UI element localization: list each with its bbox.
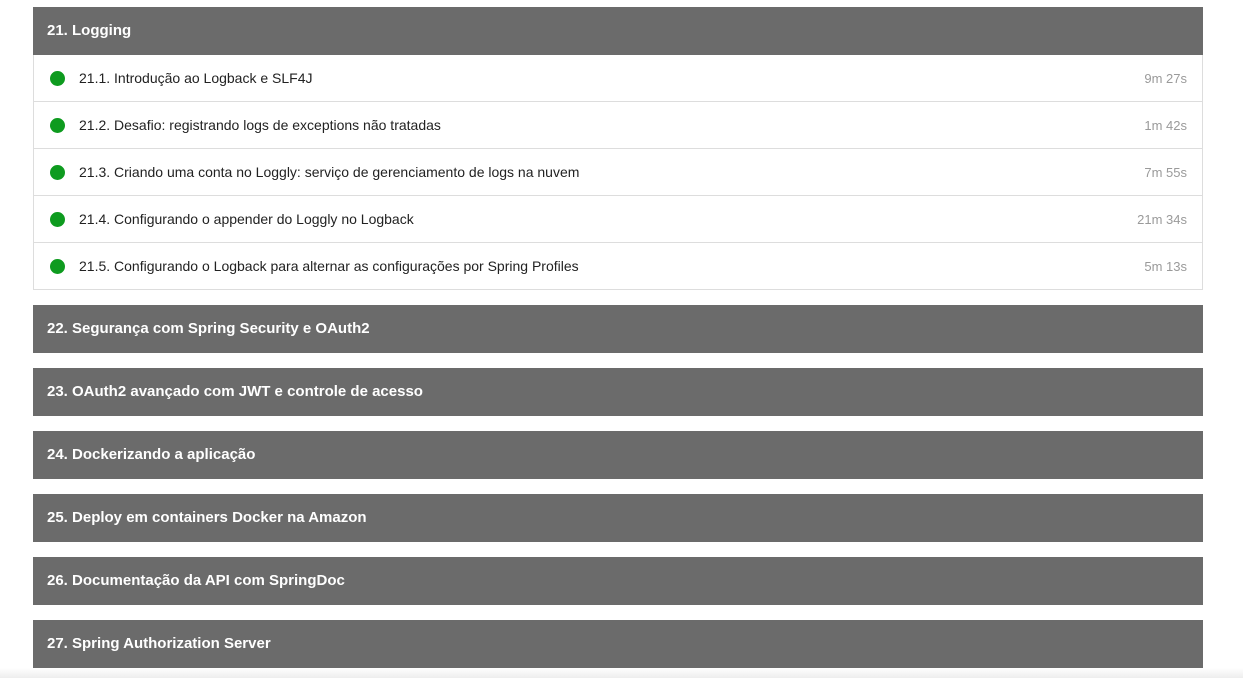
module-header[interactable]: 25. Deploy em containers Docker na Amazo… [33,494,1203,542]
module-header[interactable]: 24. Dockerizando a aplicação [33,431,1203,479]
module-header[interactable]: 26. Documentação da API com SpringDoc [33,557,1203,605]
lesson-title: 21.3. Criando uma conta no Loggly: servi… [79,164,580,180]
scroll-fade [0,668,1243,678]
lesson-item[interactable]: 21.5. Configurando o Logback para altern… [34,243,1202,290]
module-header[interactable]: 22. Segurança com Spring Security e OAut… [33,305,1203,353]
module-22: 22. Segurança com Spring Security e OAut… [33,305,1203,353]
module-25: 25. Deploy em containers Docker na Amazo… [33,494,1203,542]
completed-dot-icon [50,211,65,227]
lesson-item[interactable]: 21.3. Criando uma conta no Loggly: servi… [34,149,1202,196]
lesson-title: 21.1. Introdução ao Logback e SLF4J [79,70,313,86]
lesson-title: 21.5. Configurando o Logback para altern… [79,258,579,274]
module-21: 21. Logging 21.1. Introdução ao Logback … [33,7,1203,290]
module-24: 24. Dockerizando a aplicação [33,431,1203,479]
completed-dot-icon [50,70,65,86]
module-27: 27. Spring Authorization Server [33,620,1203,668]
lesson-duration: 1m 42s [1144,117,1187,133]
lesson-item[interactable]: 21.4. Configurando o appender do Loggly … [34,196,1202,243]
course-module-list: 21. Logging 21.1. Introdução ao Logback … [33,7,1203,668]
lesson-item[interactable]: 21.1. Introdução ao Logback e SLF4J 9m 2… [34,55,1202,102]
lesson-duration: 21m 34s [1137,211,1187,227]
module-26: 26. Documentação da API com SpringDoc [33,557,1203,605]
lesson-title: 21.4. Configurando o appender do Loggly … [79,211,414,227]
lesson-duration: 9m 27s [1144,70,1187,86]
lesson-title: 21.2. Desafio: registrando logs de excep… [79,117,441,133]
module-23: 23. OAuth2 avançado com JWT e controle d… [33,368,1203,416]
lesson-duration: 7m 55s [1144,164,1187,180]
lesson-list: 21.1. Introdução ao Logback e SLF4J 9m 2… [33,55,1203,290]
module-header[interactable]: 23. OAuth2 avançado com JWT e controle d… [33,368,1203,416]
module-header[interactable]: 21. Logging [33,7,1203,55]
module-header[interactable]: 27. Spring Authorization Server [33,620,1203,668]
completed-dot-icon [50,164,65,180]
lesson-duration: 5m 13s [1144,258,1187,274]
completed-dot-icon [50,117,65,133]
lesson-item[interactable]: 21.2. Desafio: registrando logs de excep… [34,102,1202,149]
completed-dot-icon [50,258,65,274]
